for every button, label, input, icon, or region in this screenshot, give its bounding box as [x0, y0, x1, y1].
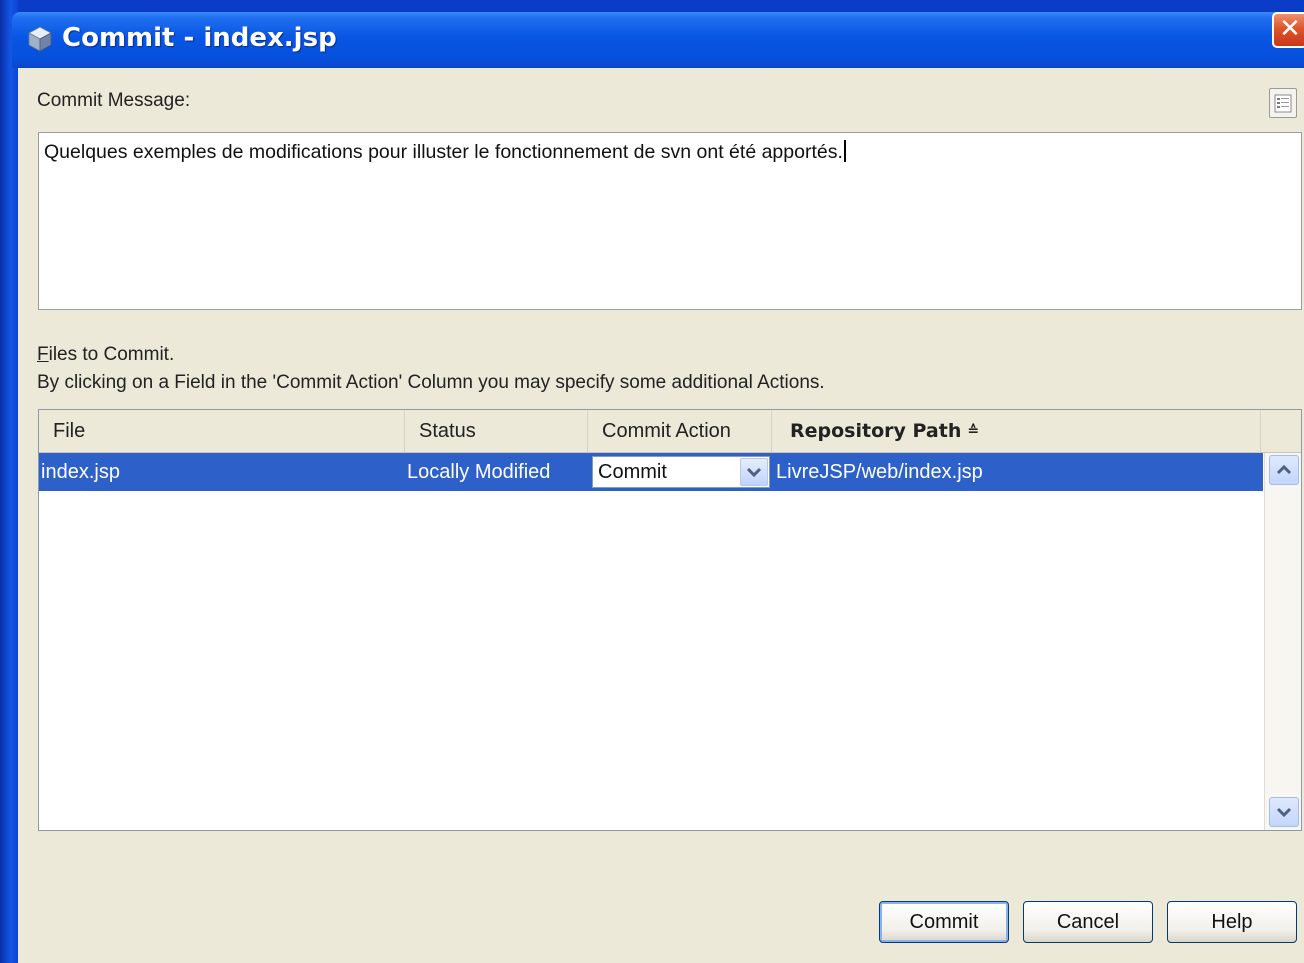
window-title: Commit - index.jsp — [62, 23, 337, 53]
files-table: File Status Commit Action Repository Pat… — [38, 409, 1302, 831]
dialog-content: Commit Message: Quelques exemples de mod… — [18, 68, 1304, 963]
table-header: File Status Commit Action Repository Pat… — [39, 410, 1301, 453]
cell-file[interactable]: index.jsp — [41, 453, 403, 491]
close-icon: ✕ — [1279, 14, 1301, 44]
close-button[interactable]: ✕ — [1272, 12, 1304, 48]
files-hint-text: By clicking on a Field in the 'Commit Ac… — [37, 372, 825, 393]
column-header-status[interactable]: Status — [405, 410, 588, 452]
files-to-commit-label: Files to Commit. — [37, 344, 174, 366]
chevron-up-icon — [1276, 464, 1292, 475]
files-label-mnemonic: F — [37, 344, 49, 365]
column-header-corner — [1261, 410, 1301, 452]
commit-action-value: Commit — [598, 461, 667, 483]
netbeans-cube-icon — [28, 26, 52, 52]
vertical-scrollbar[interactable] — [1264, 453, 1301, 830]
message-template-icon — [1274, 94, 1292, 113]
column-header-file[interactable]: File — [39, 410, 405, 452]
commit-action-dropdown-button[interactable] — [740, 458, 768, 486]
files-label-text: iles to Commit. — [48, 344, 175, 365]
cell-repository-path[interactable]: LivreJSP/web/index.jsp — [776, 453, 1262, 491]
text-caret — [843, 140, 846, 162]
commit-message-text: Quelques exemples de modifications pour … — [44, 141, 843, 163]
column-header-repository-path[interactable]: Repository Path ≙ — [772, 410, 1261, 452]
commit-message-input[interactable]: Quelques exemples de modifications pour … — [38, 132, 1302, 310]
commit-button[interactable]: Commit — [879, 901, 1009, 943]
column-header-commit-action[interactable]: Commit Action — [588, 410, 772, 452]
repository-path-header-label: Repository Path — [790, 420, 962, 442]
commit-message-label: Commit Message: — [37, 90, 191, 111]
chevron-down-icon — [1276, 807, 1292, 818]
window-border-left — [0, 0, 18, 963]
commit-action-combobox[interactable]: Commit — [592, 456, 770, 488]
cancel-button[interactable]: Cancel — [1023, 901, 1153, 943]
dialog-window: Commit - index.jsp ✕ Commit Message: Que… — [0, 0, 1304, 963]
message-template-button[interactable] — [1269, 88, 1297, 118]
scroll-down-button[interactable] — [1269, 797, 1299, 827]
table-row[interactable]: index.jsp Locally Modified Commit LivreJ… — [39, 453, 1263, 491]
help-button[interactable]: Help — [1167, 901, 1297, 943]
title-bar[interactable]: Commit - index.jsp — [12, 12, 1304, 68]
chevron-down-icon — [746, 467, 762, 478]
sort-ascending-icon: ≙ — [967, 423, 980, 439]
cell-status[interactable]: Locally Modified — [407, 453, 587, 491]
scroll-up-button[interactable] — [1269, 455, 1299, 485]
